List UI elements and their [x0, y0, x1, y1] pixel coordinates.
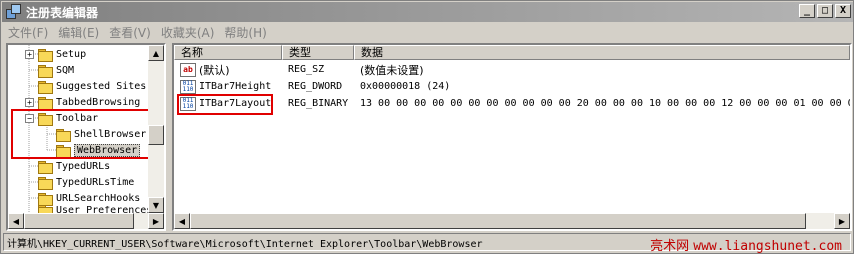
value-data: (数值未设置) [360, 63, 424, 77]
value-type: REG_SZ [288, 64, 325, 75]
tree-item-label: TypedURLsTime [56, 176, 135, 188]
expand-toggle[interactable]: + [25, 97, 34, 107]
column-header-name[interactable]: 名称 [174, 45, 282, 60]
key-tree-pane[interactable]: + Setup SQM Suggested Sites + TabbedBrow… [6, 43, 166, 231]
minimize-button[interactable]: _ [799, 4, 815, 18]
tree-item-urlsearchhooks[interactable]: URLSearchHooks [38, 190, 140, 206]
list-horizontal-scrollbar[interactable]: ◀ ▶ [174, 213, 850, 229]
close-button[interactable]: X [835, 4, 851, 18]
tree-item-typedurlstime[interactable]: TypedURLsTime [38, 174, 134, 190]
column-header-data[interactable]: 数据 [354, 45, 850, 60]
scroll-right-arrow-icon[interactable]: ▶ [148, 213, 164, 229]
highlight-box-toolbar [11, 109, 153, 159]
watermark: 亮术网 www.liangshunet.com [650, 235, 842, 254]
menu-file[interactable]: 文件(F) [8, 24, 48, 41]
menu-favorites[interactable]: 收藏夹(A) [161, 24, 215, 41]
scroll-down-arrow-icon[interactable]: ▼ [148, 197, 164, 213]
folder-icon [38, 80, 53, 94]
tree-item-tabbedbrowsing[interactable]: + TabbedBrowsing [25, 94, 140, 110]
maximize-button[interactable]: □ [817, 4, 833, 18]
registry-editor-window: 注册表编辑器 _ □ X 文件(F) 编辑(E) 查看(V) 收藏夹(A) 帮助… [0, 0, 854, 254]
tree-horizontal-scrollbar[interactable]: ◀ ▶ [8, 213, 164, 229]
menu-edit[interactable]: 编辑(E) [58, 24, 99, 41]
folder-icon [38, 192, 53, 206]
title-bar[interactable]: 注册表编辑器 _ □ X [2, 2, 853, 22]
expand-toggle[interactable]: + [25, 49, 34, 59]
list-header: 名称 类型 数据 [174, 45, 850, 60]
values-list-pane[interactable]: 名称 类型 数据 ab (默认) REG_SZ (数值未设置) 011 110 I… [172, 43, 852, 231]
value-type: REG_DWORD [288, 81, 343, 92]
value-name: ITBar7Height [199, 81, 272, 92]
tree-item-label: TypedURLs [56, 160, 111, 172]
scroll-thumb[interactable] [24, 213, 134, 229]
tree-item-label: SQM [56, 64, 75, 76]
folder-icon [38, 176, 53, 190]
binary-value-icon: 011 110 [180, 79, 196, 94]
tree-item-typedurls[interactable]: TypedURLs [38, 158, 110, 174]
registry-editor-icon [6, 4, 22, 20]
watermark-url: www.liangshunet.com [693, 239, 842, 254]
tree-item-sqm[interactable]: SQM [38, 62, 74, 78]
watermark-site-name: 亮术网 [650, 239, 690, 254]
list-row-itbar7height[interactable]: 011 110 ITBar7Height REG_DWORD 0x00000018… [174, 78, 850, 95]
tree-item-setup[interactable]: + Setup [25, 46, 86, 62]
scroll-right-arrow-icon[interactable]: ▶ [834, 213, 850, 229]
folder-icon [38, 96, 53, 110]
tree-item-label: Suggested Sites [56, 80, 147, 92]
scroll-thumb[interactable] [148, 125, 164, 145]
tree-item-label: URLSearchHooks [56, 192, 141, 204]
value-name: (默认) [199, 63, 230, 77]
tree-item-label: TabbedBrowsing [56, 96, 141, 108]
list-row-default[interactable]: ab (默认) REG_SZ (数值未设置) [174, 61, 850, 78]
folder-icon [38, 48, 53, 62]
scroll-thumb[interactable] [190, 213, 806, 229]
status-path: 计算机\HKEY_CURRENT_USER\Software\Microsoft… [7, 238, 483, 250]
scroll-up-arrow-icon[interactable]: ▲ [148, 45, 164, 61]
column-header-type[interactable]: 类型 [282, 45, 354, 60]
status-bar: 计算机\HKEY_CURRENT_USER\Software\Microsoft… [3, 233, 851, 254]
highlight-box-itbar7layout [177, 94, 273, 115]
list-row-itbar7layout[interactable]: 011 110 ITBar7Layout REG_BINARY 13 00 00 … [174, 95, 850, 112]
menu-view[interactable]: 查看(V) [109, 24, 151, 41]
window-controls: _ □ X [797, 4, 851, 18]
tree-item-label: Setup [56, 48, 87, 60]
menu-help[interactable]: 帮助(H) [224, 24, 266, 41]
value-type: REG_BINARY [288, 98, 349, 109]
window-title: 注册表编辑器 [26, 5, 99, 20]
tree-vertical-scrollbar[interactable]: ▲ ▼ [148, 45, 164, 213]
folder-icon [38, 64, 53, 78]
tree-item-suggested-sites[interactable]: Suggested Sites [38, 78, 146, 94]
string-value-icon: ab [180, 62, 196, 77]
scroll-left-arrow-icon[interactable]: ◀ [174, 213, 190, 229]
value-data: 13 00 00 00 00 00 00 00 00 00 00 00 20 0… [360, 98, 852, 109]
menu-bar: 文件(F) 编辑(E) 查看(V) 收藏夹(A) 帮助(H) [2, 23, 853, 42]
scroll-left-arrow-icon[interactable]: ◀ [8, 213, 24, 229]
folder-icon [38, 160, 53, 174]
value-data: 0x00000018 (24) [360, 81, 451, 92]
